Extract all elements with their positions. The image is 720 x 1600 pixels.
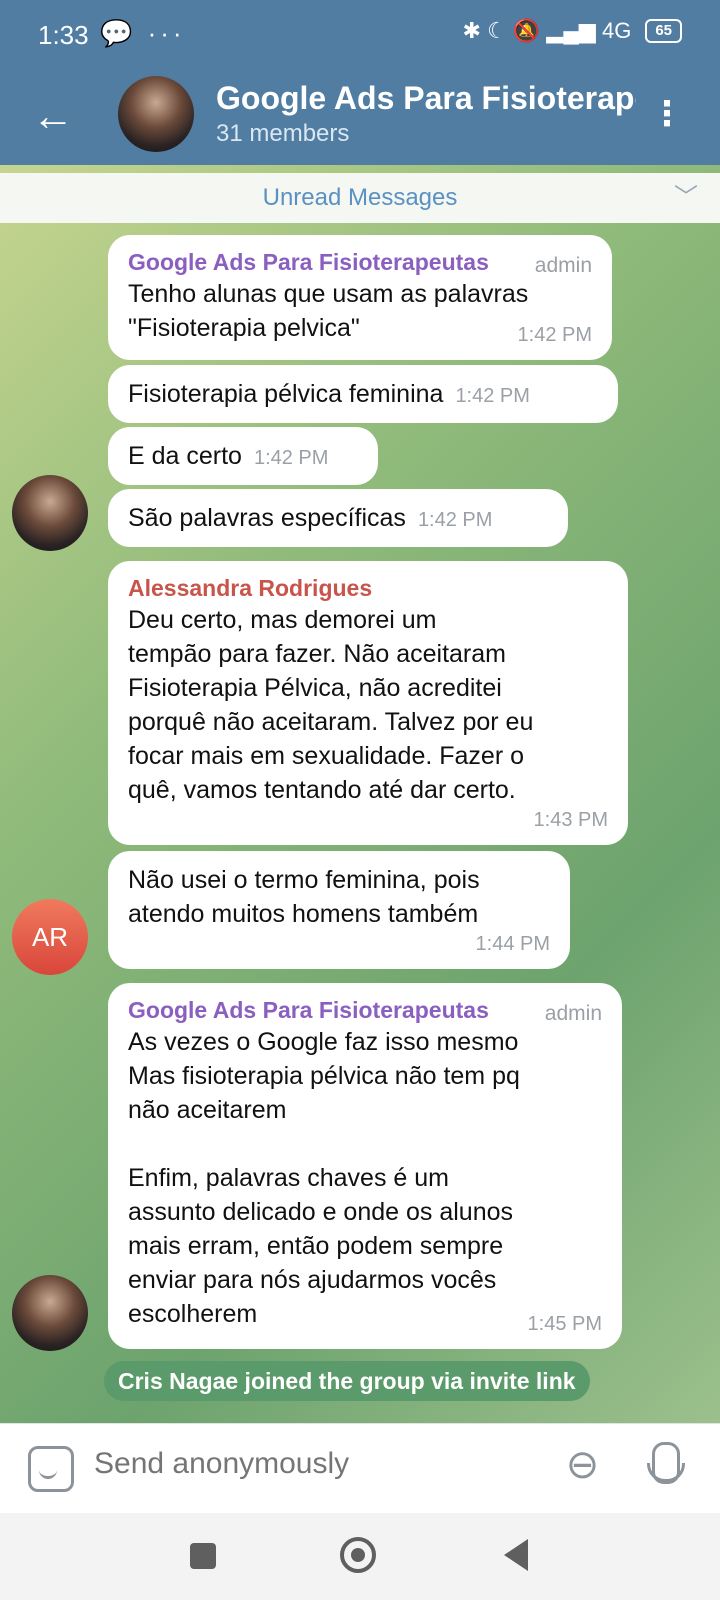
emoji-icon[interactable]	[28, 1446, 74, 1492]
admin-badge: admin	[544, 1002, 602, 1025]
unread-label: Unread Messages	[262, 184, 458, 211]
recents-icon[interactable]	[190, 1543, 216, 1569]
attach-icon[interactable]: ⊘	[555, 1437, 611, 1493]
message-time: 1:44 PM	[475, 933, 550, 955]
message-bubble[interactable]: São palavras específicas 1:42 PM	[108, 489, 568, 547]
back-arrow-icon[interactable]: ←	[32, 92, 74, 140]
status-time: 1:33	[38, 20, 89, 50]
system-nav-bar	[0, 1513, 720, 1600]
chat-area[interactable]: Unread Messages ﹀ Google Ads Para Fisiot…	[0, 165, 720, 1423]
message-time: 1:42 PM	[517, 324, 592, 346]
microphone-icon[interactable]	[647, 1442, 685, 1484]
message-bubble[interactable]: Fisioterapia pélvica feminina 1:42 PM	[108, 365, 618, 423]
unread-divider: Unread Messages ﹀	[0, 173, 720, 223]
message-text: São palavras específicas	[128, 504, 406, 532]
message-bubble[interactable]: E da certo 1:42 PM	[108, 427, 378, 485]
status-bar: 1:33 💬 ··· ✱ ☾ 🔕 ▂▄▆ 4G 65	[0, 0, 720, 70]
scroll-down-chevron-icon[interactable]: ﹀	[674, 173, 698, 223]
message-text: Fisioterapia pélvica feminina	[128, 380, 444, 408]
message-text: As vezes o Google faz isso mesmo Mas fis…	[128, 1028, 520, 1328]
sender-avatar[interactable]	[12, 475, 88, 551]
message-time: 1:43 PM	[533, 809, 608, 831]
sender-avatar-initials[interactable]: AR	[12, 899, 88, 975]
message-sender[interactable]: Google Ads Para Fisioterapeutas	[128, 247, 592, 277]
system-status-icons: ✱ ☾ 🔕 ▂▄▆ 4G	[462, 18, 632, 43]
status-right-icons: ✱ ☾ 🔕 ▂▄▆ 4G 65	[463, 18, 682, 44]
admin-badge: admin	[534, 254, 592, 277]
message-bubble[interactable]: Google Ads Para Fisioterapeutas admin As…	[108, 983, 622, 1349]
message-time: 1:42 PM	[455, 385, 530, 407]
message-bubble[interactable]: Alessandra Rodrigues Deu certo, mas demo…	[108, 561, 628, 845]
back-nav-icon[interactable]	[504, 1539, 528, 1571]
message-time: 1:42 PM	[417, 509, 493, 531]
message-input[interactable]	[92, 1446, 516, 1482]
message-text: Deu certo, mas demorei um tempão para fa…	[128, 606, 534, 804]
message-text: Não usei o termo feminina, pois atendo m…	[128, 866, 480, 928]
message-input-bar: ⊘	[0, 1423, 720, 1514]
member-count: 31 members	[216, 120, 350, 147]
message-bubble[interactable]: Não usei o termo feminina, pois atendo m…	[108, 851, 570, 969]
message-time: 1:45 PM	[527, 1313, 602, 1335]
group-avatar[interactable]	[118, 76, 194, 152]
home-icon[interactable]	[340, 1537, 376, 1573]
notification-icons: 💬 ···	[100, 18, 186, 48]
service-message: Cris Nagae joined the group via invite l…	[104, 1361, 590, 1401]
sender-avatar[interactable]	[12, 1275, 88, 1351]
message-time: 1:42 PM	[253, 447, 329, 469]
message-text: E da certo	[128, 442, 242, 470]
message-sender[interactable]: Alessandra Rodrigues	[128, 573, 608, 603]
more-options-icon[interactable]: ⋮	[650, 94, 684, 134]
chat-title[interactable]: Google Ads Para Fisioterape	[216, 80, 636, 117]
message-sender[interactable]: Google Ads Para Fisioterapeutas	[128, 995, 602, 1025]
battery-icon: 65	[645, 19, 682, 43]
message-bubble[interactable]: Google Ads Para Fisioterapeutas admin Te…	[108, 235, 612, 360]
chat-header: ← Google Ads Para Fisioterape 31 members…	[0, 70, 720, 165]
